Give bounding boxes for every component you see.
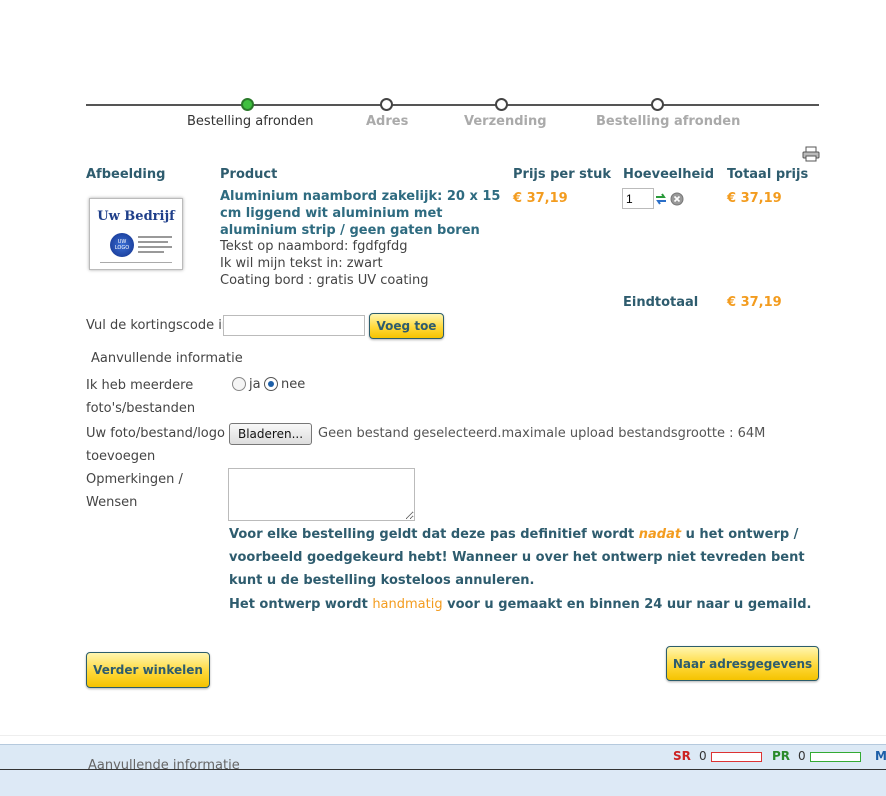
apply-coupon-button[interactable]: Voeg toe	[369, 313, 444, 339]
product-option-text: Tekst op naambord: fgdfgfdg	[220, 239, 408, 254]
notice-emphasis-handmatig: handmatig	[372, 597, 443, 612]
step-dot-2	[380, 98, 393, 111]
header-price: Prijs per stuk	[513, 167, 612, 182]
coupon-label: Vul de kortingscode in	[86, 318, 231, 333]
pr-value: 0	[798, 749, 806, 763]
pr-bar	[810, 752, 861, 762]
unit-price: € 37,19	[513, 191, 568, 206]
coupon-input[interactable]	[223, 315, 365, 336]
refresh-icon[interactable]	[654, 192, 668, 206]
remarks-label: Opmerkingen / Wensen	[86, 472, 183, 510]
step-label-2: Adres	[366, 114, 409, 129]
radio-yes-label: ja	[249, 377, 261, 392]
step-label-1: Bestelling afronden	[187, 114, 314, 129]
thumb-title: Uw Bedrijf	[97, 209, 175, 224]
step-label-3: Verzending	[464, 114, 547, 129]
step-label-4: Bestelling afronden	[596, 114, 741, 129]
upload-info: Geen bestand geselecteerd.maximale uploa…	[318, 426, 766, 441]
remove-icon[interactable]	[670, 192, 684, 206]
line-total: € 37,19	[727, 191, 782, 206]
browse-button[interactable]: Bladeren...	[229, 423, 312, 445]
notice-emphasis-nadat: nadat	[638, 527, 682, 542]
upload-label: Uw foto/bestand/logo toevoegen	[86, 426, 225, 464]
header-product: Product	[220, 167, 278, 182]
grand-total-label: Eindtotaal	[623, 295, 699, 310]
sr-value: 0	[699, 749, 707, 763]
step-dot-3	[495, 98, 508, 111]
next-address-button[interactable]: Naar adresgegevens	[666, 646, 819, 681]
sr-label: SR	[673, 749, 691, 763]
progress-track	[86, 104, 819, 106]
divider	[0, 735, 886, 736]
remarks-textarea[interactable]	[228, 468, 415, 521]
print-icon[interactable]	[802, 146, 820, 162]
notice-paragraph-2: Het ontwerp wordt handmatig voor u gemaa…	[229, 597, 812, 612]
bottom-strip	[0, 769, 886, 796]
continue-shopping-button[interactable]: Verder winkelen	[86, 652, 210, 688]
step-dot-4	[651, 98, 664, 111]
product-name-link[interactable]: Aluminium naambord zakelijk: 20 x 15 cm …	[220, 188, 505, 239]
sr-bar	[711, 752, 762, 762]
radio-no[interactable]	[264, 377, 278, 391]
radio-yes[interactable]	[232, 377, 246, 391]
multiple-files-label: Ik heb meerdere foto's/bestanden	[86, 378, 196, 416]
product-thumbnail[interactable]: Uw Bedrijf UW LOGO	[89, 198, 183, 270]
pr-label: PR	[772, 749, 791, 763]
grand-total-value: € 37,19	[727, 295, 782, 310]
header-total: Totaal prijs	[727, 167, 809, 182]
header-image: Afbeelding	[86, 167, 166, 182]
radio-no-label: nee	[281, 377, 306, 392]
m-label: M	[875, 749, 886, 763]
quantity-input[interactable]	[622, 188, 654, 209]
behind-text: Aanvullende informatie	[88, 758, 240, 769]
step-dot-1	[241, 98, 254, 111]
thumb-logo: UW LOGO	[110, 233, 134, 257]
product-option-coating: Coating bord : gratis UV coating	[220, 273, 429, 288]
notice-paragraph-1: Voor elke bestelling geldt dat deze pas …	[229, 527, 805, 588]
header-quantity: Hoeveelheid	[623, 167, 715, 182]
extra-info-heading: Aanvullende informatie	[91, 351, 243, 366]
product-option-color: Ik wil mijn tekst in: zwart	[220, 256, 383, 271]
